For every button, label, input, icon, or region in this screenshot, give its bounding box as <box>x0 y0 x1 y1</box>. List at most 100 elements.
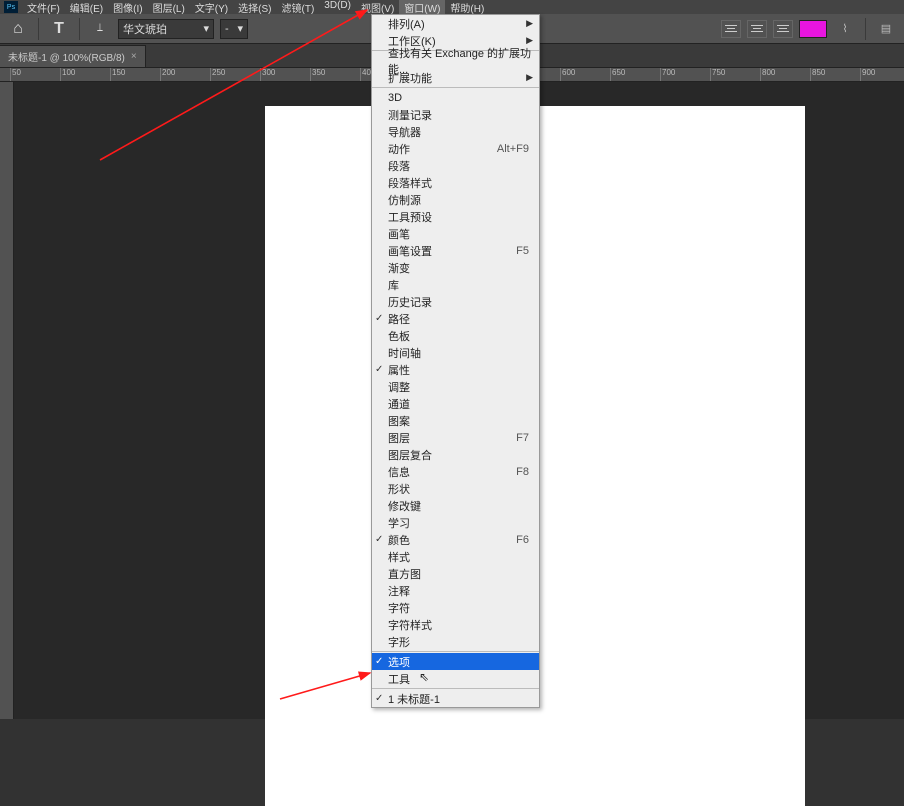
document-tab[interactable]: 未标题-1 @ 100%(RGB/8) × <box>0 45 146 67</box>
text-orientation-icon[interactable]: ⟘ <box>88 17 112 41</box>
menu-item[interactable]: 画笔 <box>372 225 539 242</box>
menu-帮助(H)[interactable]: 帮助(H) <box>445 0 489 15</box>
menu-item-label: 画笔设置 <box>388 243 432 259</box>
menu-shortcut: Alt+F9 <box>497 143 529 155</box>
menu-item[interactable]: 查找有关 Exchange 的扩展功能... <box>372 52 539 69</box>
align-center-button[interactable] <box>747 20 767 38</box>
app-logo: Ps <box>4 1 18 13</box>
text-color-swatch[interactable] <box>799 20 827 38</box>
menu-item[interactable]: 历史记录 <box>372 293 539 310</box>
close-icon[interactable]: × <box>131 51 137 62</box>
menu-item[interactable]: 画笔设置F5 <box>372 242 539 259</box>
menu-视图(V)[interactable]: 视图(V) <box>356 0 399 15</box>
menu-item[interactable]: 形状 <box>372 480 539 497</box>
menu-item-label: 历史记录 <box>388 294 432 310</box>
menu-滤镜(T)[interactable]: 滤镜(T) <box>277 0 320 15</box>
menu-item-label: 1 未标题-1 <box>388 691 440 707</box>
menu-3D(D)[interactable]: 3D(D) <box>319 0 356 15</box>
menu-item-label: 测量记录 <box>388 107 432 123</box>
menu-item[interactable]: 工具 <box>372 670 539 687</box>
menu-文字(Y)[interactable]: 文字(Y) <box>190 0 233 15</box>
menu-item-label: 学习 <box>388 515 410 531</box>
menu-item[interactable]: 段落样式 <box>372 174 539 191</box>
menu-item[interactable]: 色板 <box>372 327 539 344</box>
menu-item[interactable]: 测量记录 <box>372 106 539 123</box>
menu-item[interactable]: 仿制源 <box>372 191 539 208</box>
menu-item[interactable]: 导航器 <box>372 123 539 140</box>
menu-item-label: 注释 <box>388 583 410 599</box>
menu-item[interactable]: 段落 <box>372 157 539 174</box>
font-style-select[interactable]: -▾ <box>220 19 248 39</box>
menu-item[interactable]: 图层复合 <box>372 446 539 463</box>
menu-item[interactable]: ✓选项 <box>372 653 539 670</box>
menu-item-label: 段落 <box>388 158 410 174</box>
menu-item-label: 颜色 <box>388 532 410 548</box>
document-tab-title: 未标题-1 @ 100%(RGB/8) <box>8 49 125 64</box>
menu-item-label: 画笔 <box>388 226 410 242</box>
align-right-button[interactable] <box>773 20 793 38</box>
panel-toggle-icon[interactable]: ▤ <box>874 17 898 41</box>
ruler-tick: 700 <box>660 68 710 81</box>
window-menu-dropdown: 排列(A)▶工作区(K)▶查找有关 Exchange 的扩展功能...扩展功能▶… <box>371 14 540 708</box>
menubar: Ps 文件(F)编辑(E)图像(I)图层(L)文字(Y)选择(S)滤镜(T)3D… <box>0 0 904 14</box>
menu-item[interactable]: ✓颜色F6 <box>372 531 539 548</box>
menu-item[interactable]: 修改键 <box>372 497 539 514</box>
menu-item[interactable]: ✓路径 <box>372 310 539 327</box>
menu-item[interactable]: 图层F7 <box>372 429 539 446</box>
ruler-tick: 250 <box>210 68 260 81</box>
menu-item[interactable]: 动作Alt+F9 <box>372 140 539 157</box>
menu-item-label: 段落样式 <box>388 175 432 191</box>
menu-item[interactable]: 注释 <box>372 582 539 599</box>
menu-item[interactable]: 渐变 <box>372 259 539 276</box>
check-icon: ✓ <box>375 364 383 375</box>
menu-item[interactable]: ✓属性 <box>372 361 539 378</box>
menu-item[interactable]: 通道 <box>372 395 539 412</box>
menu-item[interactable]: 直方图 <box>372 565 539 582</box>
menu-item[interactable]: 字形 <box>372 633 539 650</box>
menu-item[interactable]: 字符 <box>372 599 539 616</box>
menu-编辑(E)[interactable]: 编辑(E) <box>65 0 108 15</box>
menu-item[interactable]: 扩展功能 ▶ <box>372 69 539 86</box>
menu-item[interactable]: 字符样式 <box>372 616 539 633</box>
align-left-button[interactable] <box>721 20 741 38</box>
menu-选择(S)[interactable]: 选择(S) <box>233 0 276 15</box>
text-tool-icon[interactable]: T <box>47 17 71 41</box>
menu-窗口(W)[interactable]: 窗口(W) <box>399 0 445 15</box>
menu-item-label: 形状 <box>388 481 410 497</box>
menu-item-label: 图案 <box>388 413 410 429</box>
menu-item-label: 直方图 <box>388 566 421 582</box>
menu-item-label: 排列(A) <box>388 16 425 32</box>
menu-item[interactable]: 调整 <box>372 378 539 395</box>
menu-item[interactable]: 时间轴 <box>372 344 539 361</box>
menu-item[interactable]: 学习 <box>372 514 539 531</box>
ruler-tick: 750 <box>710 68 760 81</box>
submenu-arrow-icon: ▶ <box>526 72 533 83</box>
menu-item-label: 路径 <box>388 311 410 327</box>
menu-item[interactable]: 工具预设 <box>372 208 539 225</box>
menu-item-label: 字形 <box>388 634 410 650</box>
menu-item[interactable]: 信息F8 <box>372 463 539 480</box>
ruler-tick: 100 <box>60 68 110 81</box>
ruler-tick: 900 <box>860 68 904 81</box>
font-family-select[interactable]: 华文琥珀▾ <box>118 19 214 39</box>
menu-图层(L)[interactable]: 图层(L) <box>148 0 190 15</box>
menu-item-label: 图层复合 <box>388 447 432 463</box>
menu-item-label: 色板 <box>388 328 410 344</box>
menu-item-label: 扩展功能 <box>388 70 432 86</box>
menu-图像(I)[interactable]: 图像(I) <box>108 0 147 15</box>
menu-item-label: 选项 <box>388 654 410 670</box>
menu-separator <box>372 688 539 689</box>
menu-item[interactable]: 图案 <box>372 412 539 429</box>
menu-item[interactable]: 库 <box>372 276 539 293</box>
check-icon: ✓ <box>375 693 383 704</box>
home-icon[interactable]: ⌂ <box>6 17 30 41</box>
menu-item[interactable]: 排列(A)▶ <box>372 15 539 32</box>
menu-item-label: 时间轴 <box>388 345 421 361</box>
menu-item[interactable]: 样式 <box>372 548 539 565</box>
ruler-vertical <box>0 68 14 719</box>
menu-item[interactable]: ✓ 1 未标题-1 <box>372 690 539 707</box>
menu-文件(F)[interactable]: 文件(F) <box>22 0 65 15</box>
menu-item[interactable]: 3D <box>372 89 539 106</box>
warp-text-icon[interactable]: ⌇ <box>833 17 857 41</box>
menu-item-label: 工具预设 <box>388 209 432 225</box>
